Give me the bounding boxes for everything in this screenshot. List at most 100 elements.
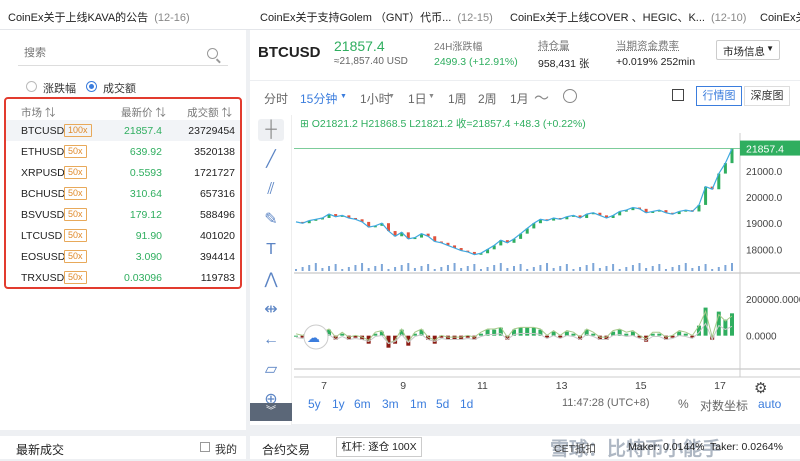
tf-tick[interactable]: 分时 bbox=[264, 90, 288, 107]
volume-bar bbox=[697, 266, 700, 271]
auto-scale-toggle[interactable]: auto bbox=[758, 397, 781, 411]
market-row[interactable]: BSVUSD 50x 179.12 588496 bbox=[6, 204, 240, 225]
range-3m[interactable]: 3m bbox=[382, 397, 399, 411]
market-row[interactable]: BCHUSD 50x 310.64 657316 bbox=[6, 183, 240, 204]
radio-off-icon[interactable] bbox=[26, 81, 37, 92]
volume-bar bbox=[631, 265, 634, 271]
leverage-button[interactable]: 杠杆: 逐仓 100X bbox=[336, 437, 422, 457]
last-price-tag-label: 21857.4 bbox=[746, 144, 784, 156]
market-volume: 588496 bbox=[199, 209, 235, 221]
measure-icon[interactable]: ⇹ bbox=[258, 299, 284, 321]
price-usd: ≈21,857.40 USD bbox=[334, 56, 408, 67]
news-title[interactable]: CoinEx关于上线KAVA的公告 bbox=[8, 12, 148, 24]
market-price: 0.5593 bbox=[129, 167, 162, 179]
search-icon[interactable] bbox=[207, 48, 218, 59]
mine-label: 我的 bbox=[215, 444, 237, 456]
news-title[interactable]: CoinEx关于上线COVER 、HEGIC、K... bbox=[510, 12, 705, 24]
fullscreen-icon[interactable] bbox=[672, 89, 684, 101]
volume-bar bbox=[671, 267, 674, 271]
macd-bar bbox=[340, 333, 345, 336]
drawing-toolbar: ┼ ╱ ⫽ ✎ T ⋀ ⇹ ← ▱ ⊕ ︾ bbox=[250, 115, 292, 425]
news-item[interactable]: CoinEx关于支持Golem （GNT）代币... (12-15) bbox=[260, 9, 493, 25]
cet-deduct-label[interactable]: CET抵扣 bbox=[554, 441, 596, 456]
last-price: 21857.4 bbox=[334, 38, 385, 54]
range-1m[interactable]: 1m bbox=[410, 397, 427, 411]
col-header-price[interactable]: 最新价 ⇅ bbox=[121, 105, 166, 120]
line-style-icon[interactable]: 〜 bbox=[534, 87, 549, 108]
tf-15m[interactable]: 15分钟 bbox=[300, 90, 337, 107]
leverage-badge: 50x bbox=[64, 271, 87, 284]
volume-bar bbox=[479, 269, 482, 271]
back-arrow-icon[interactable]: ← bbox=[258, 329, 284, 351]
chevron-down-icon[interactable]: ▼ bbox=[340, 93, 347, 100]
col-header-volume[interactable]: 成交额 ⇅ bbox=[187, 105, 232, 120]
radio-on-icon[interactable] bbox=[86, 81, 97, 92]
volume-bar bbox=[361, 263, 364, 271]
search-box[interactable] bbox=[18, 44, 228, 66]
change-value: 2499.3 (+12.91%) bbox=[434, 56, 518, 68]
volume-bar bbox=[572, 269, 575, 271]
y-tick-label: 18000.0 bbox=[746, 245, 783, 256]
range-5d[interactable]: 5d bbox=[436, 397, 449, 411]
collapse-icon[interactable]: ︾ bbox=[250, 403, 292, 421]
macd-bar bbox=[683, 333, 688, 336]
news-title[interactable]: CoinEx关于 bbox=[760, 12, 800, 24]
range-1d[interactable]: 1d bbox=[460, 397, 473, 411]
log-scale-toggle[interactable]: 对数坐标 bbox=[700, 397, 748, 414]
macd-bar bbox=[531, 327, 536, 336]
range-toolbar: 5y 1y 6m 3m 1m 5d 1d 11:47:28 (UTC+8) % … bbox=[294, 394, 800, 414]
market-symbol: ETHUSD bbox=[21, 146, 65, 158]
chevron-down-icon[interactable]: ▼ bbox=[428, 93, 435, 100]
volume-bar bbox=[341, 269, 344, 271]
kline-view-button[interactable]: 行情图 bbox=[696, 86, 742, 106]
radio-label: 涨跌幅 bbox=[43, 83, 76, 95]
contract-trade-title: 合约交易 bbox=[262, 443, 311, 457]
crosshair-icon[interactable]: ┼ bbox=[258, 119, 284, 141]
tf-1d[interactable]: 1日 bbox=[408, 90, 427, 107]
checkbox-icon[interactable] bbox=[200, 442, 210, 452]
market-row[interactable]: BTCUSD 100x 21857.4 23729454 bbox=[6, 120, 240, 141]
market-row[interactable]: ETHUSD 50x 639.92 3520138 bbox=[6, 141, 240, 162]
col-header-market[interactable]: 市场 ⇅ bbox=[21, 105, 55, 120]
price-chart[interactable]: ⊞ O21821.2 H21868.5 L21821.2 收=21857.4 +… bbox=[294, 113, 800, 425]
macd-tick-label: 200000.0000 bbox=[746, 295, 800, 306]
volume-bar bbox=[579, 267, 582, 271]
news-item[interactable]: CoinEx关于上线KAVA的公告 (12-16) bbox=[8, 9, 190, 25]
taker-fee: Taker: 0.0264% bbox=[710, 441, 783, 453]
range-5y[interactable]: 5y bbox=[308, 397, 321, 411]
volume-bar bbox=[420, 266, 423, 271]
volume-bar bbox=[446, 265, 449, 271]
ruler-icon[interactable]: ▱ bbox=[258, 359, 284, 381]
text-icon[interactable]: T bbox=[258, 239, 284, 261]
news-item[interactable]: CoinEx关于 bbox=[760, 9, 800, 25]
news-title[interactable]: CoinEx关于支持Golem （GNT）代币... bbox=[260, 12, 451, 24]
news-item[interactable]: CoinEx关于上线COVER 、HEGIC、K... (12-10) bbox=[510, 9, 746, 25]
tf-1m[interactable]: 1月 bbox=[510, 90, 529, 107]
pattern-icon[interactable]: ⋀ bbox=[258, 269, 284, 291]
chevron-down-icon[interactable]: ▼ bbox=[388, 93, 395, 100]
percent-toggle[interactable]: % bbox=[678, 397, 689, 411]
volume-bar bbox=[731, 263, 733, 271]
market-row[interactable]: LTCUSD 50x 91.90 401020 bbox=[6, 225, 240, 246]
volume-bar bbox=[460, 268, 463, 271]
fib-icon[interactable]: ⫽ bbox=[258, 179, 284, 201]
market-row[interactable]: EOSUSD 50x 3.090 394414 bbox=[6, 246, 240, 267]
trendline-icon[interactable]: ╱ bbox=[258, 149, 284, 171]
indicator-icon[interactable] bbox=[563, 89, 577, 103]
market-row[interactable]: XRPUSD 50x 0.5593 1721727 bbox=[6, 162, 240, 183]
volume-bar bbox=[295, 269, 297, 271]
tf-2w[interactable]: 2周 bbox=[478, 90, 497, 107]
tf-1h[interactable]: 1小时 bbox=[360, 90, 391, 107]
market-info-button[interactable]: 市场信息 ▼ bbox=[716, 40, 780, 60]
x-tick-label: 7 bbox=[321, 380, 327, 392]
timeframe-toolbar: 分时 15分钟 ▼ 1小时 ▼ 1日 ▼ 1周 2周 1月 〜 行情图 深度图 bbox=[250, 81, 800, 113]
range-1y[interactable]: 1y bbox=[332, 397, 345, 411]
market-row[interactable]: TRXUSD 50x 0.03096 119783 bbox=[6, 267, 240, 288]
tf-1w[interactable]: 1周 bbox=[448, 90, 467, 107]
brush-icon[interactable]: ✎ bbox=[258, 209, 284, 231]
range-6m[interactable]: 6m bbox=[354, 397, 371, 411]
depth-view-button[interactable]: 深度图 bbox=[744, 86, 790, 106]
volume-bar bbox=[598, 268, 601, 271]
open-interest-label: 持仓量 bbox=[538, 40, 570, 52]
search-input[interactable] bbox=[24, 47, 194, 59]
